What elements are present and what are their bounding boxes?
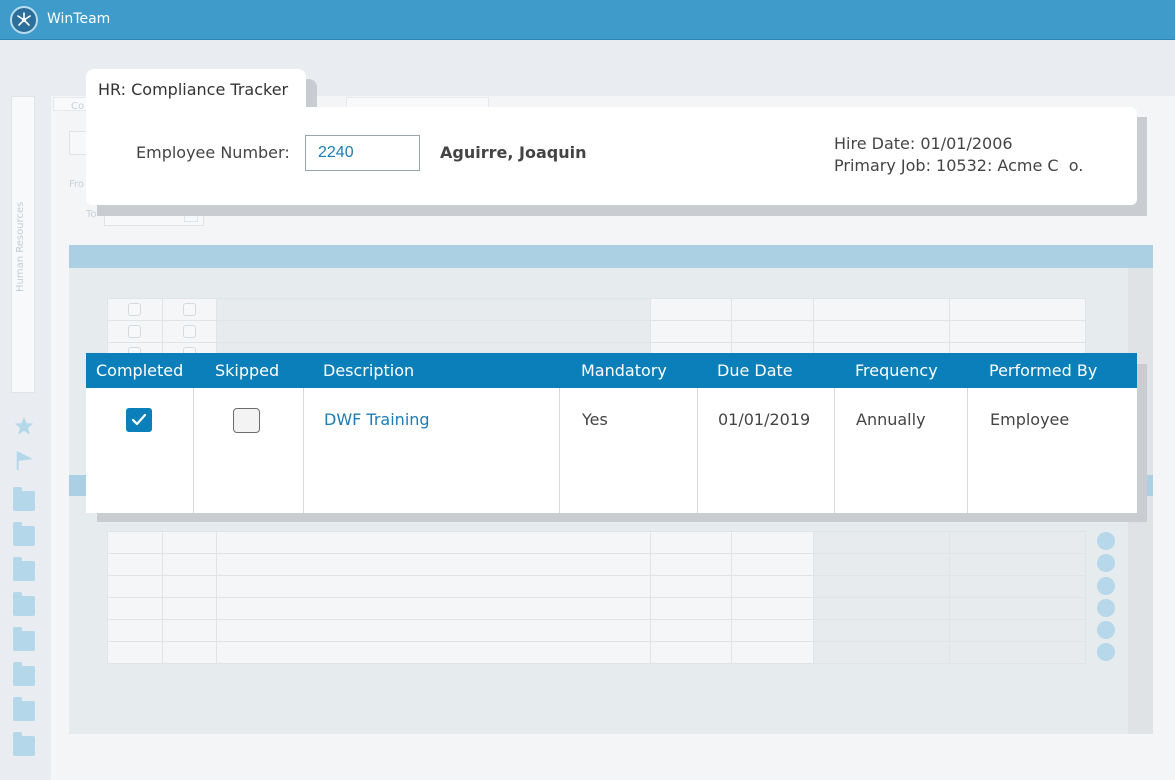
background-grid (107, 531, 1086, 664)
employee-header-card: Employee Number: Aguirre, Joaquin Hire D… (86, 107, 1137, 205)
column-divider (303, 388, 304, 513)
table-row (107, 641, 1086, 664)
column-divider (834, 388, 835, 513)
flag-icon[interactable] (13, 450, 35, 470)
star-icon[interactable] (13, 416, 35, 436)
page-title: HR: Compliance Tracker (98, 80, 289, 99)
column-divider (697, 388, 698, 513)
table-row (107, 575, 1086, 598)
compliance-grid: Completed Skipped Description Mandatory … (86, 353, 1137, 513)
checkbox-icon (128, 303, 142, 316)
column-header-completed[interactable]: Completed (96, 361, 183, 380)
sidebar-tab-human-resources[interactable]: Human Resources (11, 96, 35, 393)
employee-number-label: Employee Number: (136, 143, 290, 162)
section-band (69, 245, 1153, 268)
table-row (107, 298, 1086, 321)
table-row (107, 619, 1086, 642)
checkbox-icon (182, 303, 196, 316)
row-action-dot-icon[interactable] (1097, 621, 1115, 639)
app-header: WinTeam (0, 0, 1175, 40)
column-header-frequency[interactable]: Frequency (855, 361, 938, 380)
table-row (107, 553, 1086, 576)
primary-job: Primary Job: 10532: Acme C o. (834, 156, 1084, 175)
hire-date: Hire Date: 01/01/2006 (834, 134, 1013, 153)
folder-icon[interactable] (13, 627, 35, 651)
column-divider (193, 388, 194, 513)
row-action-dot-icon[interactable] (1097, 643, 1115, 661)
folder-icon[interactable] (13, 557, 35, 581)
row-action-dot-icon[interactable] (1097, 577, 1115, 595)
checkmark-icon (131, 413, 147, 426)
folder-icon[interactable] (13, 487, 35, 511)
table-row (107, 320, 1086, 343)
tab-compliance-tracker[interactable]: HR: Compliance Tracker (86, 69, 306, 119)
completed-checkbox[interactable] (126, 408, 152, 432)
description-link[interactable]: DWF Training (324, 410, 430, 429)
background-from-label: Fro (69, 179, 85, 190)
table-row (107, 531, 1086, 554)
due-date-value: 01/01/2019 (718, 410, 811, 429)
row-action-dot-icon[interactable] (1097, 532, 1115, 550)
row-action-dot-icon[interactable] (1097, 599, 1115, 617)
skipped-checkbox[interactable] (233, 408, 260, 433)
background-to-label: To (86, 209, 97, 220)
column-divider (967, 388, 968, 513)
employee-number-input[interactable] (305, 135, 420, 171)
folder-icon[interactable] (13, 697, 35, 721)
mandatory-value: Yes (582, 410, 608, 429)
background-tab-label: Co (71, 101, 85, 112)
column-header-description[interactable]: Description (323, 361, 414, 380)
folder-icon[interactable] (13, 592, 35, 616)
app-title: WinTeam (47, 11, 111, 27)
employee-name: Aguirre, Joaquin (440, 143, 587, 162)
checkbox-icon (182, 325, 196, 338)
column-divider (559, 388, 560, 513)
column-header-due-date[interactable]: Due Date (717, 361, 793, 380)
folder-icon[interactable] (13, 522, 35, 546)
folder-icon[interactable] (13, 662, 35, 686)
table-row (107, 597, 1086, 620)
column-header-performed-by[interactable]: Performed By (989, 361, 1097, 380)
grid-header: Completed Skipped Description Mandatory … (86, 353, 1137, 388)
column-header-skipped[interactable]: Skipped (215, 361, 279, 380)
sidebar-tab-label: Human Resources (15, 201, 26, 292)
performed-by-value: Employee (990, 410, 1070, 429)
winteam-logo-icon[interactable] (10, 6, 38, 34)
folder-icon[interactable] (13, 732, 35, 756)
row-action-dot-icon[interactable] (1097, 554, 1115, 572)
column-header-mandatory[interactable]: Mandatory (581, 361, 667, 380)
frequency-value: Annually (856, 410, 926, 429)
checkbox-icon (128, 325, 142, 338)
